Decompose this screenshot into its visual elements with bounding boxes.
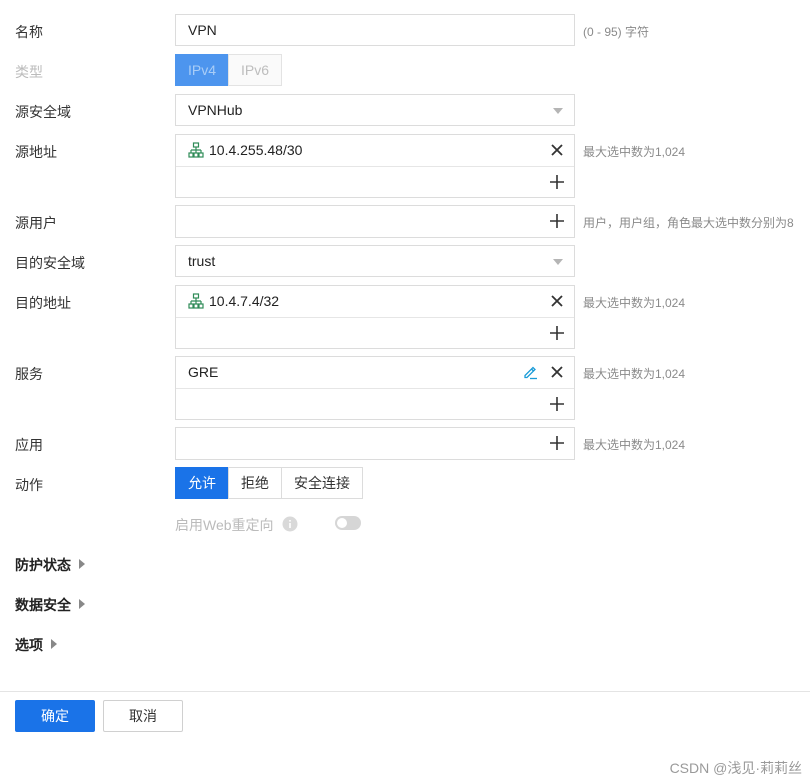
dropdown-arrow-icon[interactable] xyxy=(553,259,563,265)
src-zone-value: VPNHub xyxy=(188,102,243,118)
application-add-row[interactable] xyxy=(176,428,574,459)
dst-addr-value: 10.4.7.4/32 xyxy=(209,293,280,309)
dst-addr-add-row[interactable] xyxy=(176,317,574,348)
dst-addr-label: 目的地址 xyxy=(15,295,71,311)
confirm-button[interactable]: 确定 xyxy=(15,700,95,732)
service-add-row[interactable] xyxy=(176,388,574,419)
plus-icon[interactable] xyxy=(550,397,564,411)
cancel-button[interactable]: 取消 xyxy=(103,700,183,732)
dst-zone-select[interactable]: trust xyxy=(175,245,575,277)
close-icon[interactable] xyxy=(550,294,564,308)
src-user-hint: 用户，用户组，角色最大选中数分别为8 xyxy=(583,216,794,230)
watermark: CSDN @浅见·莉莉丝 xyxy=(669,760,802,776)
close-icon[interactable] xyxy=(550,365,564,379)
src-addr-list: 10.4.255.48/30 xyxy=(175,134,575,198)
service-item: GRE xyxy=(176,357,574,388)
type-option-ipv6: IPv6 xyxy=(228,54,283,86)
type-label: 类型 xyxy=(15,64,43,80)
dst-zone-value: trust xyxy=(188,253,216,269)
web-redirect-label: 启用Web重定向 xyxy=(175,517,274,533)
edit-icon[interactable] xyxy=(522,364,538,380)
src-addr-value: 10.4.255.48/30 xyxy=(209,142,303,158)
src-addr-label: 源地址 xyxy=(15,144,57,160)
name-hint: (0 - 95) 字符 xyxy=(583,25,650,39)
src-zone-select[interactable]: VPNHub xyxy=(175,94,575,126)
network-icon xyxy=(188,293,204,309)
plus-icon[interactable] xyxy=(550,214,564,228)
action-option-deny[interactable]: 拒绝 xyxy=(228,467,282,499)
web-redirect-toggle xyxy=(335,516,361,530)
section-options-title[interactable]: 选项 xyxy=(15,635,57,655)
dst-zone-label: 目的安全域 xyxy=(15,255,85,271)
footer-divider xyxy=(0,691,810,692)
src-addr-hint: 最大选中数为1,024 xyxy=(583,145,686,159)
service-hint: 最大选中数为1,024 xyxy=(583,367,686,381)
caret-right-icon xyxy=(51,639,57,649)
section-protection-title[interactable]: 防护状态 xyxy=(15,555,85,575)
type-option-ipv4: IPv4 xyxy=(175,54,230,86)
service-label: 服务 xyxy=(15,366,43,382)
close-icon[interactable] xyxy=(550,143,564,157)
service-list: GRE xyxy=(175,356,575,420)
section-data-security-title[interactable]: 数据安全 xyxy=(15,595,85,615)
application-list[interactable] xyxy=(175,427,575,460)
action-option-secure-connect[interactable]: 安全连接 xyxy=(281,467,363,499)
src-addr-add-row[interactable] xyxy=(176,166,574,197)
src-addr-item: 10.4.255.48/30 xyxy=(176,135,574,166)
caret-right-icon xyxy=(79,559,85,569)
src-user-add-row[interactable] xyxy=(176,206,574,237)
action-option-allow[interactable]: 允许 xyxy=(175,467,229,499)
action-label: 动作 xyxy=(15,477,43,493)
caret-right-icon xyxy=(79,599,85,609)
application-label: 应用 xyxy=(15,437,43,453)
name-label: 名称 xyxy=(15,24,43,40)
dst-addr-hint: 最大选中数为1,024 xyxy=(583,296,686,310)
dst-addr-item: 10.4.7.4/32 xyxy=(176,286,574,317)
src-zone-label: 源安全域 xyxy=(15,104,71,120)
type-segmented: IPv4 IPv6 xyxy=(175,54,283,86)
application-hint: 最大选中数为1,024 xyxy=(583,438,686,452)
dropdown-arrow-icon[interactable] xyxy=(553,108,563,114)
network-icon xyxy=(188,142,204,158)
src-user-label: 源用户 xyxy=(15,215,57,231)
plus-icon[interactable] xyxy=(550,436,564,450)
action-segmented: 允许 拒绝 安全连接 xyxy=(175,467,363,499)
name-input[interactable]: VPN xyxy=(175,14,575,46)
dst-addr-list: 10.4.7.4/32 xyxy=(175,285,575,349)
info-icon xyxy=(282,516,298,532)
src-user-list[interactable] xyxy=(175,205,575,238)
plus-icon[interactable] xyxy=(550,326,564,340)
plus-icon[interactable] xyxy=(550,175,564,189)
service-value: GRE xyxy=(188,364,219,380)
